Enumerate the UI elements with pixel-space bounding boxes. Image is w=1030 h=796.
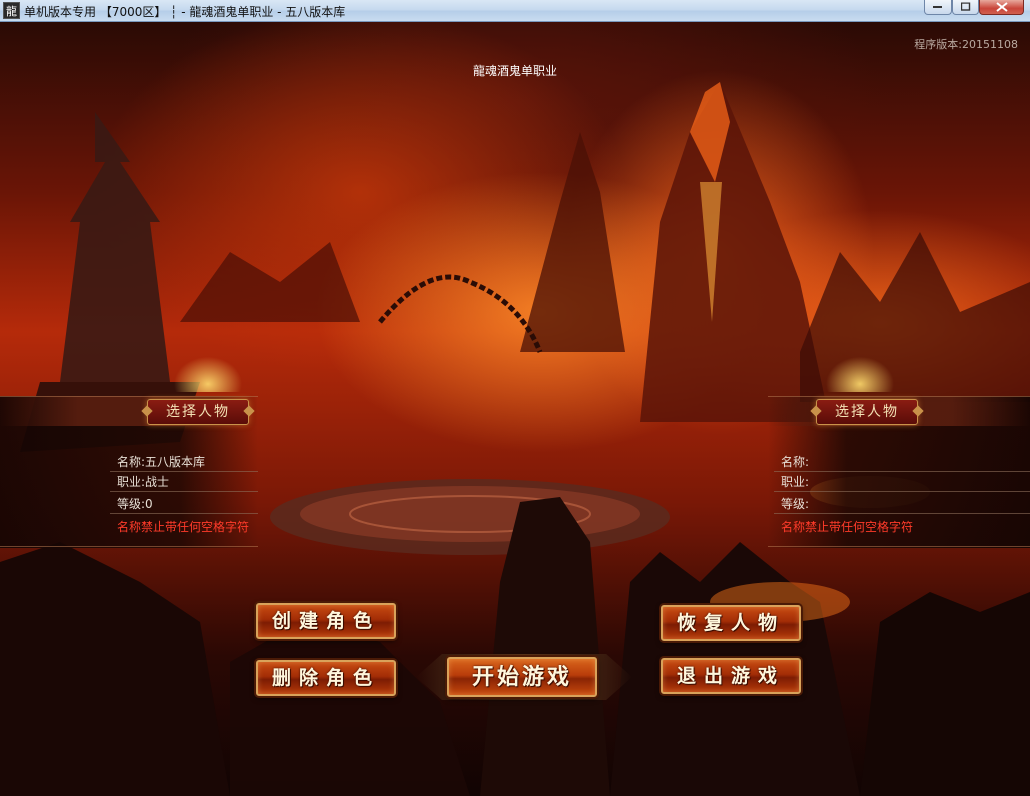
game-scene: 程序版本:20151108 龍魂酒鬼单职业 选择人物 名称:五八版本库 职业:战… — [0, 22, 1030, 796]
right-select-character-badge: 选择人物 — [816, 399, 918, 425]
left-separator-1 — [110, 471, 258, 472]
sparkle-left — [168, 352, 248, 392]
server-title: 龍魂酒鬼单职业 — [472, 64, 557, 78]
left-separator-2 — [110, 491, 258, 492]
left-name-row: 名称:五八版本库 — [117, 453, 205, 470]
left-select-character-badge: 选择人物 — [147, 399, 249, 425]
maximize-button[interactable] — [952, 0, 979, 15]
left-job-value: 战士 — [145, 475, 170, 489]
right-level-row: 等级: — [781, 495, 809, 512]
left-name-warning: 名称禁止带任何空格字符 — [117, 520, 250, 534]
app-icon[interactable]: 龍 — [3, 2, 20, 19]
left-name-label: 名称: — [117, 455, 146, 469]
right-job-label: 职业: — [781, 475, 810, 489]
left-level-row: 等级:0 — [117, 495, 153, 512]
right-level-label: 等级: — [781, 497, 810, 511]
sparkle-right — [820, 352, 900, 392]
left-separator-3 — [110, 513, 258, 514]
right-name-warning: 名称禁止带任何空格字符 — [781, 520, 914, 534]
maximize-icon — [960, 2, 970, 11]
right-separator-3 — [774, 513, 1030, 514]
left-panel-top-border — [0, 396, 258, 397]
right-panel-bottom-border — [768, 546, 1030, 547]
restore-character-button[interactable]: 恢复人物 — [661, 605, 801, 641]
delete-character-button[interactable]: 删除角色 — [256, 660, 396, 696]
start-game-button[interactable]: 开始游戏 — [447, 657, 597, 697]
minimize-icon — [933, 6, 942, 8]
version-label: 程序版本:20151108 — [914, 38, 1018, 51]
left-job-row: 职业:战士 — [117, 473, 169, 490]
right-character-panel[interactable]: 选择人物 名称: 职业: 等级: 名称禁止带任何空格字符 — [768, 396, 1030, 548]
minimize-button[interactable] — [924, 0, 952, 15]
window-title: 单机版本专用 【7000区】 ┆ - 龍魂酒鬼单职业 - 五八版本库 — [24, 5, 346, 19]
create-character-button[interactable]: 创建角色 — [256, 603, 396, 639]
left-name-value: 五八版本库 — [145, 455, 206, 469]
right-job-row: 职业: — [781, 473, 809, 490]
right-name-label: 名称: — [781, 455, 810, 469]
close-button[interactable] — [979, 0, 1024, 15]
game-window: 龍 单机版本专用 【7000区】 ┆ - 龍魂酒鬼单职业 - 五八版本库 程序版… — [0, 0, 1030, 796]
exit-game-button[interactable]: 退出游戏 — [661, 658, 801, 694]
right-name-row: 名称: — [781, 453, 809, 470]
left-panel-bottom-border — [0, 546, 258, 547]
right-separator-2 — [774, 491, 1030, 492]
right-separator-1 — [774, 471, 1030, 472]
close-icon — [995, 2, 1008, 12]
left-character-panel[interactable]: 选择人物 名称:五八版本库 职业:战士 等级:0 名称禁止带任何空格字符 — [0, 396, 258, 548]
left-level-value: 0 — [145, 497, 153, 511]
right-panel-top-border — [768, 396, 1030, 397]
left-job-label: 职业: — [117, 475, 146, 489]
left-level-label: 等级: — [117, 497, 146, 511]
title-bar[interactable]: 龍 单机版本专用 【7000区】 ┆ - 龍魂酒鬼单职业 - 五八版本库 — [0, 0, 1030, 22]
